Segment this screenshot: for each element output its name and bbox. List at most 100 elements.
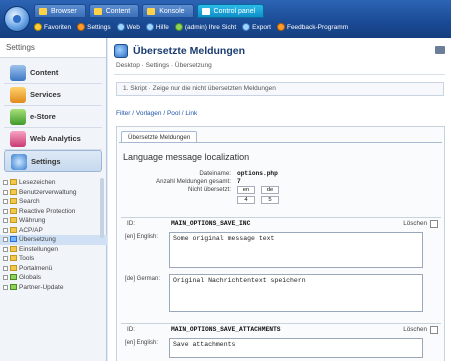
tree-item[interactable]: Portalmenü <box>0 264 107 274</box>
toolbar-label: Export <box>252 23 271 31</box>
toolbar-label: (admin) Ihre Sicht <box>184 23 237 31</box>
meta-value: options.php <box>237 170 278 177</box>
sidebar-item-web-analytics[interactable]: Web Analytics <box>4 128 102 150</box>
sidebar-item-label: Web Analytics <box>30 134 81 143</box>
sidebar-item-label: Settings <box>31 157 61 166</box>
delete-checkbox[interactable] <box>430 220 438 228</box>
tree-item-label: Reactive Protection <box>19 207 76 215</box>
toolbar-label: Favoriten <box>44 23 72 31</box>
lang-val-en: 4 <box>237 196 255 204</box>
main-content: Übersetzte Meldungen Desktop · Settings … <box>108 38 451 361</box>
expand-toggle[interactable] <box>3 189 8 195</box>
sidebar-scrollbar[interactable] <box>100 178 104 238</box>
app-logo[interactable] <box>4 6 30 32</box>
toolbar-label: Feedback-Programm <box>286 23 349 31</box>
tab-label: Konsole <box>159 8 185 15</box>
users-icon <box>10 188 17 195</box>
toolbar-export[interactable]: Export <box>242 23 271 31</box>
translation-textarea-en[interactable]: Some original message text <box>169 232 423 268</box>
print-icon[interactable] <box>435 46 445 54</box>
entry-header: ID: MAIN_OPTIONS_SAVE_ATTACHMENTS Lösche… <box>121 324 441 336</box>
toolbar-favorites[interactable]: Favoriten <box>34 23 71 31</box>
tree-item[interactable]: Lesezeichen <box>0 178 107 188</box>
user-icon <box>174 23 183 31</box>
entry-header: ID: MAIN_OPTIONS_SAVE_INC Löschen <box>121 218 441 230</box>
feedback-icon <box>276 23 285 31</box>
tab-divider <box>119 142 442 143</box>
folder-icon <box>10 179 17 186</box>
delete-checkbox[interactable] <box>430 326 438 334</box>
lang-val-de: 5 <box>261 196 279 204</box>
translation-textarea-de[interactable]: Original Nachrichtentext speichern <box>169 274 423 312</box>
expand-toggle[interactable] <box>3 275 8 280</box>
expand-toggle[interactable] <box>3 256 8 261</box>
tree-item[interactable]: Reactive Protection <box>0 207 107 217</box>
tree-item[interactable]: Benutzerverwaltung <box>0 188 107 198</box>
filter-bar[interactable]: 1. Skript · Zeige nur die nicht übersetz… <box>116 82 444 96</box>
tree-item[interactable]: Währung <box>0 216 107 226</box>
toolbar-settings[interactable]: Settings <box>77 23 111 31</box>
tab-control-panel[interactable]: Control panel <box>196 4 265 18</box>
tree-item-translation[interactable]: Übersetzung <box>0 235 107 245</box>
message-entry: ID: MAIN_OPTIONS_SAVE_ATTACHMENTS Lösche… <box>121 323 441 358</box>
lang-row-de: [de] German: Original Nachrichtentext sp… <box>121 274 441 312</box>
panel-title: Language message localization <box>123 152 250 162</box>
meta-row-untranslated: Nicht übersetzt: en de <box>137 186 337 196</box>
tree-item[interactable]: Tools <box>0 254 107 264</box>
filter-links[interactable]: Filter / Vorlagen / Pool / Link <box>116 110 197 117</box>
gear-icon <box>77 23 86 31</box>
toolbar-label: Settings <box>87 23 111 31</box>
toolbar-help[interactable]: Hilfe <box>145 23 169 31</box>
tree-item[interactable]: Globals <box>0 273 107 283</box>
top-tabs: Browser Content Konsole Control panel <box>34 4 265 18</box>
toolbar-user[interactable]: (admin) Ihre Sicht <box>174 23 237 31</box>
sidebar-item-services[interactable]: Services <box>4 84 102 106</box>
tab-browser[interactable]: Browser <box>34 4 86 18</box>
expand-toggle[interactable] <box>3 284 8 290</box>
tree-item-label: Einstellungen <box>19 245 59 253</box>
toolbar-feedback[interactable]: Feedback-Programm <box>276 23 349 31</box>
expand-toggle[interactable] <box>3 208 8 214</box>
sidebar-item-estore[interactable]: e-Store <box>4 106 102 128</box>
tab-content[interactable]: Content <box>88 4 140 18</box>
meta-row-untranslated-values: 45 <box>137 196 337 206</box>
tree-item[interactable]: ACP/AP <box>0 226 107 236</box>
tree-item[interactable]: Einstellungen <box>0 245 107 255</box>
divider <box>114 74 445 75</box>
expand-toggle[interactable] <box>3 265 8 271</box>
delete-label: Löschen <box>403 220 427 227</box>
toolbar: Favoriten Settings Web Hilfe (admin) Ihr… <box>34 20 348 34</box>
tree-item-label: Währung <box>19 217 46 224</box>
meta-lang-cols: en de <box>237 186 285 196</box>
expand-toggle[interactable] <box>3 237 8 242</box>
sidebar-item-label: Services <box>30 90 61 99</box>
translation-textarea-en[interactable]: Save attachments <box>169 338 423 358</box>
tab-console[interactable]: Konsole <box>142 4 194 18</box>
tree-item[interactable]: Search <box>0 197 107 207</box>
expand-toggle[interactable] <box>3 246 8 252</box>
store-icon <box>10 109 26 125</box>
meta-value: 7 <box>237 178 241 185</box>
settings-icon <box>10 245 17 252</box>
meta-lang-vals: 45 <box>237 196 285 206</box>
meta-label: Dateiname: <box>199 170 231 177</box>
tree-item[interactable]: Partner-Update <box>0 283 107 293</box>
sidebar: Settings Content Services e-Store Web An… <box>0 38 107 361</box>
expand-toggle[interactable] <box>3 227 8 233</box>
entry-key: MAIN_OPTIONS_SAVE_ATTACHMENTS <box>171 326 281 333</box>
sidebar-item-label: Content <box>30 68 59 77</box>
expand-toggle[interactable] <box>3 199 8 204</box>
tree-item-label: Portalmenü <box>19 264 53 272</box>
sidebar-item-settings[interactable]: Settings <box>4 150 102 172</box>
currency-icon <box>10 217 17 224</box>
browser-icon <box>39 8 47 15</box>
breadcrumb[interactable]: Desktop · Settings · Übersetzung <box>116 62 212 69</box>
update-icon <box>10 283 17 290</box>
sidebar-item-content[interactable]: Content <box>4 62 102 84</box>
globe-icon <box>116 23 125 31</box>
expand-toggle[interactable] <box>3 180 8 185</box>
globals-icon <box>10 274 17 281</box>
toolbar-web[interactable]: Web <box>116 23 140 31</box>
expand-toggle[interactable] <box>3 218 8 223</box>
toolbar-label: Hilfe <box>155 23 169 31</box>
